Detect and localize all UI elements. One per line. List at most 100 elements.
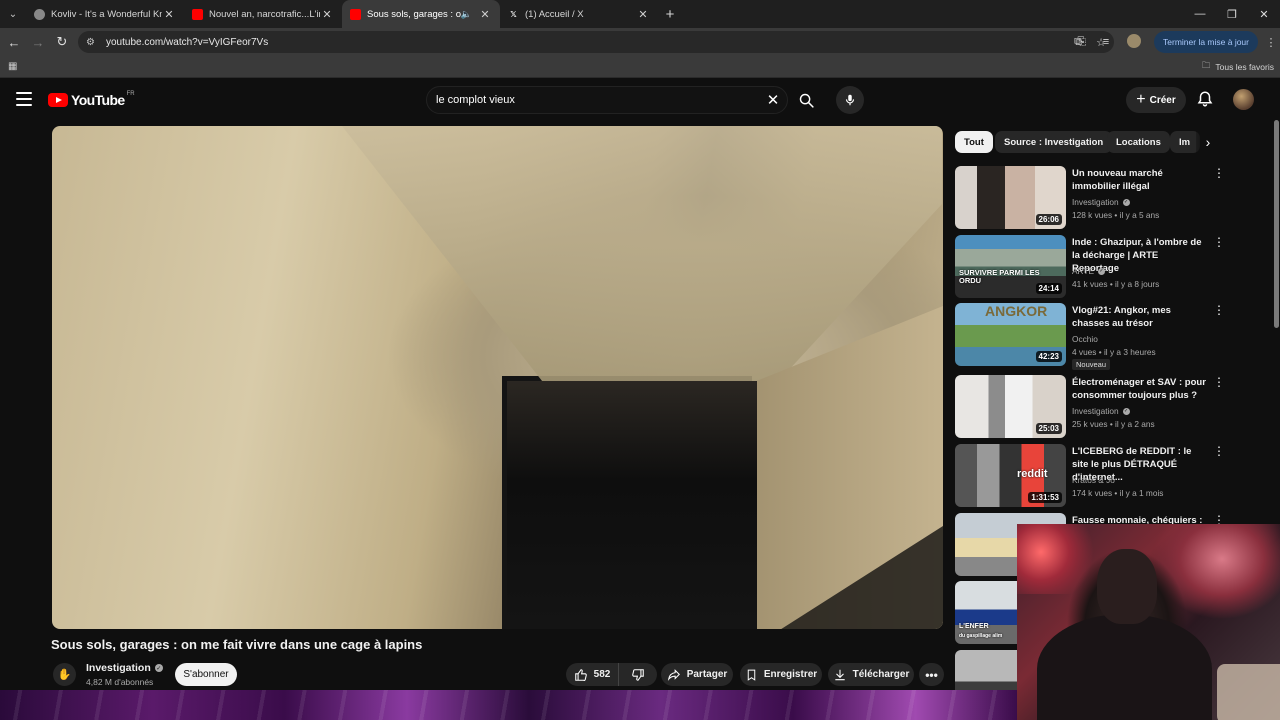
microphone-icon [845, 94, 855, 106]
browser-tab-3[interactable]: Sous sols, garages : on me 🔈 ✕ [342, 0, 500, 28]
youtube-logo[interactable]: YouTube FR [48, 91, 135, 108]
close-tab-icon[interactable]: ✕ [320, 8, 334, 21]
search-button[interactable] [788, 86, 824, 114]
notifications-bell-icon[interactable] [1196, 90, 1216, 110]
chevron-right-icon[interactable]: › [1196, 131, 1220, 153]
menu-icon[interactable] [16, 92, 32, 106]
create-label: Créer [1149, 94, 1176, 106]
video-title: Sous sols, garages : on me fait vivre da… [51, 637, 423, 652]
video-thumbnail[interactable]: 26:06 [955, 166, 1066, 229]
extensions-icon[interactable]: ⧉ [1064, 36, 1092, 49]
duration-badge: 24:14 [1035, 283, 1062, 294]
address-bar[interactable]: ⚙ youtube.com/watch?v=VyIGFeor7Vs ⎘ ☆ [78, 31, 1114, 53]
browser-menu-icon[interactable]: ⋮ [1262, 36, 1280, 49]
update-button[interactable]: Terminer la mise à jour [1154, 31, 1258, 53]
thumbnail-text: SURVIVRE PARMI LES ORDU [959, 268, 1040, 285]
profile-avatar-icon[interactable] [1120, 33, 1148, 51]
recommendation-item[interactable]: reddit 1:31:53 L'ICEBERG de REDDIT : le … [955, 444, 1225, 508]
recommendation-title[interactable]: Un nouveau marché immobilier illégal [1072, 167, 1207, 193]
tab-search-chevron-icon[interactable]: ⌄ [0, 0, 26, 28]
browser-tab-4[interactable]: 𝕏 (1) Accueil / X ✕ [500, 0, 658, 28]
thumbs-down-icon [632, 668, 644, 681]
channel-name-text: Occhio [1072, 334, 1098, 344]
clear-search-icon[interactable]: ✕ [762, 89, 784, 111]
close-tab-icon[interactable]: ✕ [478, 8, 492, 21]
channel-name[interactable]: Investigation ✓ [86, 662, 163, 674]
all-bookmarks-folder[interactable]: 🗀 Tous les favoris [1202, 60, 1274, 74]
more-vertical-icon[interactable]: ⋮ [1213, 236, 1225, 248]
webcam-light [1017, 524, 1097, 594]
save-button[interactable]: Enregistrer [740, 663, 822, 686]
chip-source[interactable]: Source : Investigation [995, 131, 1113, 153]
recommendation-channel[interactable]: Kratos & Jo [1072, 475, 1115, 485]
recommendation-channel[interactable]: Investigation ✓ [1072, 406, 1130, 416]
account-avatar[interactable] [1233, 89, 1254, 110]
like-button[interactable]: 582 [566, 663, 619, 686]
more-vertical-icon[interactable]: ⋮ [1213, 445, 1225, 457]
channel-name-text: Investigation [1072, 197, 1119, 207]
back-button[interactable]: ← [2, 28, 26, 56]
video-thumbnail[interactable]: SURVIVRE PARMI LES ORDU 24:14 [955, 235, 1066, 298]
recommendation-item[interactable]: SURVIVRE PARMI LES ORDU 24:14 Inde : Gha… [955, 235, 1225, 299]
apps-grid-icon[interactable]: ▦ [8, 61, 20, 73]
youtube-icon [350, 8, 361, 20]
speaker-icon[interactable]: 🔈 [461, 9, 472, 20]
verified-icon: ✓ [154, 664, 163, 672]
recommendation-channel[interactable]: Investigation ✓ [1072, 197, 1130, 207]
tab-title: (1) Accueil / X [525, 8, 584, 20]
bookmarks-bar: ▦ 🗀 Tous les favoris [0, 56, 1280, 78]
channel-name-text: Investigation [1072, 406, 1119, 416]
dislike-button[interactable] [619, 668, 657, 682]
recommendation-meta: 174 k vues • il y a 1 mois [1072, 488, 1164, 498]
maximize-icon[interactable]: ❐ [1216, 0, 1248, 28]
forward-button[interactable]: → [26, 28, 50, 56]
download-button[interactable]: Télécharger [828, 663, 914, 686]
video-thumbnail[interactable]: reddit 1:31:53 [955, 444, 1066, 507]
more-actions-button[interactable]: ••• [919, 663, 944, 686]
video-player[interactable] [52, 126, 943, 629]
browser-toolbar: ← → ↻ ⚙ youtube.com/watch?v=VyIGFeor7Vs … [0, 28, 1280, 56]
page-scrollbar[interactable] [1274, 120, 1279, 328]
video-thumbnail[interactable]: ANGKOR 42:23 [955, 303, 1066, 366]
new-tab-button[interactable]: + [658, 6, 682, 23]
recommendation-meta: 41 k vues • il y a 8 jours [1072, 279, 1160, 289]
subscriber-count: 4,82 M d'abonnés [86, 677, 154, 687]
reload-button[interactable]: ↻ [50, 28, 74, 56]
reading-list-icon[interactable]: ≡ [1092, 36, 1120, 48]
recommendation-title[interactable]: Vlog#21: Angkor, mes chasses au trésor [1072, 304, 1207, 330]
search-input[interactable]: le complot vieux [426, 86, 788, 114]
close-tab-icon[interactable]: ✕ [636, 8, 650, 21]
video-thumbnail[interactable]: 25:03 [955, 375, 1066, 438]
logo-text: YouTube [71, 92, 125, 108]
like-dislike-group: 582 [566, 663, 657, 686]
chip-all[interactable]: Tout [955, 131, 993, 153]
more-vertical-icon[interactable]: ⋮ [1213, 376, 1225, 388]
more-vertical-icon[interactable]: ⋮ [1213, 167, 1225, 179]
share-icon [667, 668, 680, 681]
stream-overlay-strip [0, 690, 1017, 720]
recommendation-item[interactable]: 25:03 Électroménager et SAV : pour conso… [955, 375, 1225, 439]
channel-name-text: Investigation [86, 662, 151, 674]
chip-locations[interactable]: Locations [1107, 131, 1170, 153]
voice-search-button[interactable] [836, 86, 864, 114]
create-button[interactable]: + Créer [1126, 87, 1186, 113]
recommendation-channel[interactable]: ARTE ✓ [1072, 266, 1105, 276]
video-frame-shaft [507, 381, 757, 629]
site-info-icon[interactable]: ⚙ [86, 37, 100, 48]
subscribe-button[interactable]: S'abonner [175, 663, 237, 686]
minimize-icon[interactable]: — [1184, 0, 1216, 28]
more-vertical-icon[interactable]: ⋮ [1213, 304, 1225, 316]
recommendation-item[interactable]: ANGKOR 42:23 Vlog#21: Angkor, mes chasse… [955, 303, 1225, 370]
download-label: Télécharger [852, 669, 910, 680]
close-window-icon[interactable]: ✕ [1248, 0, 1280, 28]
close-tab-icon[interactable]: ✕ [162, 8, 176, 21]
browser-tab-1[interactable]: Kovliv - It's a Wonderful Knife ( ✕ [26, 0, 184, 28]
webcam-person-body [1037, 614, 1212, 720]
share-button[interactable]: Partager [661, 663, 733, 686]
recommendation-channel[interactable]: Occhio [1072, 334, 1098, 344]
bookmark-icon [747, 669, 756, 681]
channel-avatar[interactable]: ✋ [53, 663, 76, 686]
browser-tab-2[interactable]: Nouvel an, narcotrafic...L'intervi ✕ [184, 0, 342, 28]
recommendation-item[interactable]: 26:06 Un nouveau marché immobilier illég… [955, 166, 1225, 230]
recommendation-title[interactable]: Électroménager et SAV : pour consommer t… [1072, 376, 1207, 402]
